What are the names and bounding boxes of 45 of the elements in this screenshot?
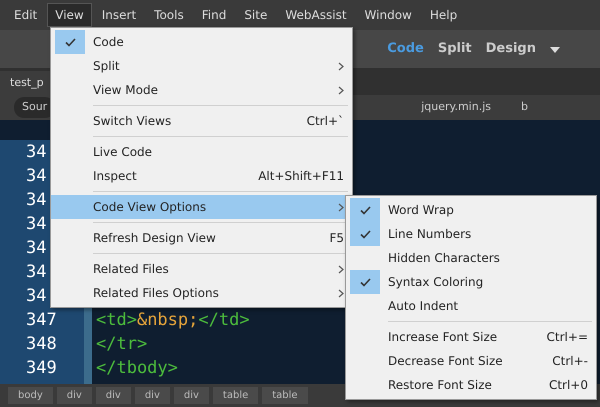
line-number: 34	[26, 238, 46, 258]
line-number: 348	[26, 334, 57, 354]
menu-item[interactable]: Inspect Alt+Shift+F11	[51, 164, 352, 188]
tag-selector-item[interactable]: div	[96, 387, 131, 404]
line-number: 34	[26, 142, 46, 162]
line-number: 34	[26, 262, 46, 282]
menu-item[interactable]: Auto Indent	[346, 294, 596, 318]
menu-item[interactable]: Live Code	[51, 140, 352, 164]
view-tab[interactable]: Split	[438, 39, 472, 59]
line-number: 34	[26, 214, 46, 234]
code-line: </tbody>	[96, 358, 178, 378]
caret-icon[interactable]	[550, 46, 560, 53]
line-number: 34	[26, 286, 46, 306]
related-file-tab[interactable]: b	[512, 97, 536, 118]
line-number: 34	[26, 166, 46, 186]
code-line: <td>&nbsp;</td>	[96, 310, 250, 330]
tag-selector-item[interactable]: div	[174, 387, 209, 404]
menu-item[interactable]: Restore Font Size Ctrl+0	[346, 373, 596, 397]
menu-item[interactable]: Insert	[94, 2, 144, 28]
menu-item[interactable]: Decrease Font Size Ctrl+-	[346, 349, 596, 373]
line-number: 347	[26, 310, 57, 330]
menu-item[interactable]: Help	[422, 2, 466, 28]
menu-item[interactable]: Site	[236, 2, 276, 28]
menu-item[interactable]: Tools	[146, 2, 192, 28]
related-file-tab[interactable]: jquery.min.js	[413, 97, 499, 118]
menu-item[interactable]: Find	[194, 2, 234, 28]
menu-item[interactable]: View	[47, 2, 92, 28]
menu-item[interactable]: WebAssist	[277, 2, 355, 28]
menu-item[interactable]: Syntax Coloring	[346, 270, 596, 294]
menu-item[interactable]: Edit	[6, 2, 46, 28]
tag-selector-item[interactable]: body	[8, 387, 53, 404]
tag-selector-item[interactable]: div	[56, 387, 92, 404]
menu-item[interactable]: Window	[356, 2, 420, 28]
line-number: 34	[26, 190, 46, 210]
menu-item[interactable]: Code	[51, 30, 352, 54]
menu-item[interactable]: Split	[51, 54, 352, 78]
tag-selector-item[interactable]: div	[134, 387, 170, 404]
tag-selector-item[interactable]: table	[212, 387, 258, 404]
menu-item[interactable]: Hidden Characters	[346, 246, 596, 270]
menu-item[interactable]: Line Numbers	[346, 222, 596, 246]
code-line: </tr>	[96, 334, 148, 354]
tag-selector-item[interactable]: table	[262, 387, 308, 404]
view-tab[interactable]: Design	[486, 39, 536, 59]
line-number: 349	[26, 358, 57, 378]
menu-item[interactable]: Increase Font Size Ctrl+=	[346, 325, 596, 349]
